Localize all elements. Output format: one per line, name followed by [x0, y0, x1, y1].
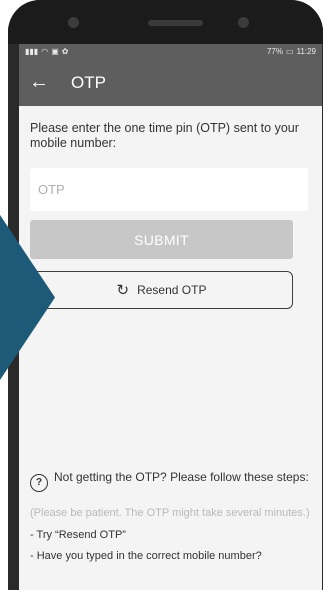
help-note: (Please be patient. The OTP might take s…	[30, 507, 310, 519]
sensor-icon	[238, 17, 249, 28]
phone-bezel	[8, 0, 323, 44]
otp-form: Please enter the one time pin (OTP) sent…	[19, 121, 322, 309]
wifi-icon: ◠	[41, 47, 49, 56]
camera-icon	[68, 17, 79, 28]
resend-otp-button[interactable]: ↻ Resend OTP	[30, 271, 293, 309]
battery-icon: ▭	[286, 47, 294, 56]
notification-icon: ▣	[51, 47, 59, 56]
refresh-icon: ↻	[116, 282, 130, 299]
back-arrow-icon[interactable]: ←	[19, 59, 59, 106]
help-step-resend: - Try “Resend OTP”	[30, 529, 126, 541]
speaker-grille	[148, 20, 203, 26]
status-bar: ▮▮▮ ◠ ▣ ✿ 77% ▭ 11:29	[19, 44, 322, 59]
help-step-number: - Have you typed in the correct mobile n…	[30, 550, 262, 562]
phone-frame: ▮▮▮ ◠ ▣ ✿ 77% ▭ 11:29 ← OTP Please enter…	[8, 0, 323, 590]
help-section: ? Not getting the OTP? Please follow the…	[30, 470, 310, 562]
instruction-text: Please enter the one time pin (OTP) sent…	[30, 121, 299, 150]
clock: 11:29	[296, 47, 316, 56]
resend-label: Resend OTP	[137, 283, 207, 297]
settings-notification-icon: ✿	[61, 47, 69, 56]
question-icon: ?	[30, 474, 48, 492]
page-title: OTP	[71, 72, 106, 92]
otp-input[interactable]	[30, 168, 308, 211]
battery-percent: 77%	[266, 47, 283, 56]
help-heading: Not getting the OTP? Please follow these…	[54, 470, 309, 484]
submit-button[interactable]: SUBMIT	[30, 220, 293, 259]
signal-icon: ▮▮▮	[25, 47, 39, 56]
app-toolbar: ← OTP	[19, 59, 322, 106]
app-screen: ▮▮▮ ◠ ▣ ✿ 77% ▭ 11:29 ← OTP Please enter…	[19, 44, 322, 590]
